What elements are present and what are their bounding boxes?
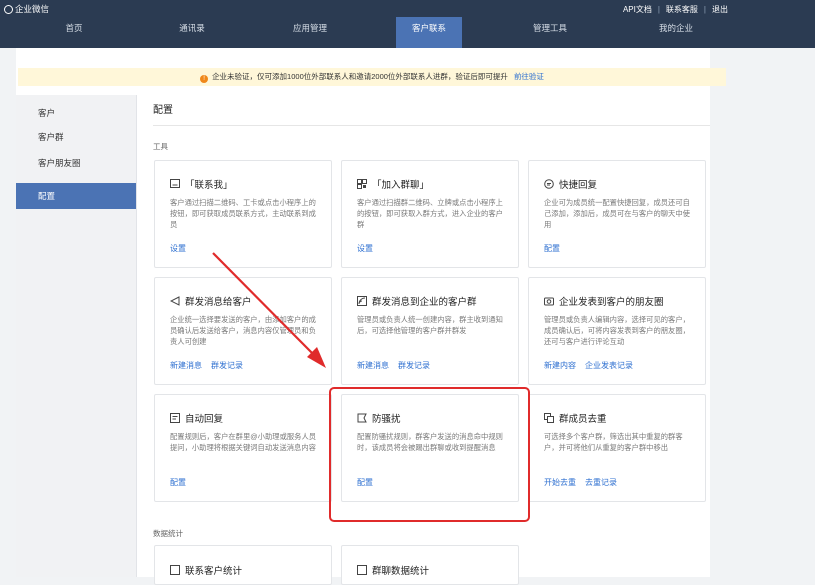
app-name: 企业微信 <box>15 4 50 14</box>
nav-home[interactable]: 首页 <box>44 17 104 48</box>
card-description: 管理员或负责人统一创建内容，群主收到通知后，可选择他管理的客户群并群发 <box>357 315 503 335</box>
card-title: 「加入群聊」 <box>372 180 430 191</box>
card-title: 快捷回复 <box>559 180 598 191</box>
nav-customer-contact[interactable]: 客户联系 <box>396 17 462 48</box>
card-title: 「联系我」 <box>185 180 233 191</box>
highlight-box <box>329 387 530 522</box>
card-title: 群聊数据统计 <box>372 566 430 577</box>
card-title: 群发消息到企业的客户群 <box>372 297 477 308</box>
card-join-group: 「加入群聊」 客户通过扫描群二维码、立牌或点击小程序上的按钮，即可获取入群方式，… <box>341 160 519 268</box>
start-dedupe-link[interactable]: 开始去重 <box>544 478 576 487</box>
sidebar-item-moments[interactable]: 客户朋友圈 <box>16 150 136 176</box>
dedupe-icon <box>544 413 554 423</box>
chart-icon <box>357 565 367 575</box>
dedupe-history-link[interactable]: 去重记录 <box>585 478 617 487</box>
auto-reply-icon <box>170 413 180 423</box>
sidebar-item-config[interactable]: 配置 <box>16 183 136 209</box>
sidebar: 客户 客户群 客户朋友圈 配置 <box>16 95 137 577</box>
contact-service-link[interactable]: 联系客服 <box>666 5 698 14</box>
card-company-moments: 企业发表到客户的朋友圈 管理员或负责人编辑内容，选择可见的客户，成员确认后，可将… <box>528 277 706 385</box>
card-description: 管理员或负责人编辑内容，选择可见的客户，成员确认后，可将内容发表到客户的朋友圈，… <box>544 315 690 346</box>
sidebar-item-customer-groups[interactable]: 客户群 <box>16 124 136 150</box>
card-group-stats[interactable]: 群聊数据统计 <box>341 545 519 585</box>
card-description: 企业统一选择要发送的客户，由添加客户的成员确认后发送给客户，消息内容仅管理员和负… <box>170 315 316 346</box>
broadcast-icon <box>357 296 367 306</box>
top-bar: 企业微信 API文档 | 联系客服 | 退出 <box>0 0 815 17</box>
card-description: 配置规则后，客户在群里@小助理或服务人员提问，小助理将根据关键词自动发送消息内容 <box>170 432 317 452</box>
card-customer-stats[interactable]: 联系客户统计 <box>154 545 332 585</box>
camera-icon <box>544 296 554 306</box>
logout-link[interactable]: 退出 <box>712 5 728 14</box>
configure-link[interactable]: 配置 <box>170 478 186 487</box>
card-quick-reply: 快捷回复 企业可为成员统一配置快捷回复，成员还可自己添加，添加后，成员可在与客户… <box>528 160 706 268</box>
card-title: 联系客户统计 <box>185 566 243 577</box>
separator: | <box>703 5 706 14</box>
setup-link[interactable]: 设置 <box>357 244 373 253</box>
nav-tools[interactable]: 管理工具 <box>520 17 580 48</box>
card-title: 群发消息给客户 <box>185 297 252 308</box>
notice-text: 企业未验证，仅可添加1000位外部联系人和邀请2000位外部联系人进群，验证后即… <box>212 72 508 81</box>
quick-reply-icon <box>544 179 554 189</box>
separator: | <box>657 5 660 14</box>
mass-history-link[interactable]: 群发记录 <box>398 361 430 370</box>
card-description: 企业可为成员统一配置快捷回复，成员还可自己添加，添加后，成员可在与客户的聊天中使… <box>544 198 690 229</box>
divider <box>153 125 710 126</box>
megaphone-icon <box>170 296 180 306</box>
main-nav: 首页 通讯录 应用管理 客户联系 管理工具 我的企业 <box>0 17 815 48</box>
page-title: 配置 <box>153 105 173 116</box>
sidebar-item-customers[interactable]: 客户 <box>16 100 136 126</box>
card-group-dedupe: 群成员去重 可选择多个客户群，筛选出其中重复的群客户，并可将他们从重复的客户群中… <box>528 394 706 502</box>
app-logo[interactable]: 企业微信 <box>4 3 49 15</box>
section-tools-heading: 工具 <box>153 142 168 151</box>
top-links: API文档 | 联系客服 | 退出 <box>623 4 728 15</box>
mass-history-link[interactable]: 群发记录 <box>211 361 243 370</box>
card-title: 群成员去重 <box>559 414 607 425</box>
qr-icon <box>170 179 180 189</box>
new-message-link[interactable]: 新建消息 <box>357 361 389 370</box>
group-qr-icon <box>357 179 367 189</box>
verify-link[interactable]: 前往验证 <box>514 72 544 81</box>
card-contact-me: 「联系我」 客户通过扫描二维码、工卡或点击小程序上的按钮，即可获取成员联系方式，… <box>154 160 332 268</box>
card-description: 可选择多个客户群，筛选出其中重复的群客户，并可将他们从重复的客户群中移出 <box>544 432 683 452</box>
wecom-logo-icon <box>4 4 13 14</box>
verification-notice: ! 企业未验证，仅可添加1000位外部联系人和邀请2000位外部联系人进群，验证后… <box>18 68 726 86</box>
warning-icon: ! <box>200 75 209 83</box>
setup-link[interactable]: 设置 <box>170 244 186 253</box>
publish-history-link[interactable]: 企业发表记录 <box>585 361 633 370</box>
card-description: 客户通过扫描二维码、工卡或点击小程序上的按钮，即可获取成员联系方式，主动联系到成… <box>170 198 316 229</box>
configure-link[interactable]: 配置 <box>544 244 560 253</box>
card-title: 企业发表到客户的朋友圈 <box>559 297 664 308</box>
card-title: 自动回复 <box>185 414 224 425</box>
card-description: 客户通过扫描群二维码、立牌或点击小程序上的按钮，即可获取入群方式，进入企业的客户… <box>357 198 503 229</box>
card-auto-reply: 自动回复 配置规则后，客户在群里@小助理或服务人员提问，小助理将根据关键词自动发… <box>154 394 332 502</box>
nav-apps[interactable]: 应用管理 <box>280 17 340 48</box>
card-mass-message-groups: 群发消息到企业的客户群 管理员或负责人统一创建内容，群主收到通知后，可选择他管理… <box>341 277 519 385</box>
section-stats-heading: 数据统计 <box>153 529 183 538</box>
new-content-link[interactable]: 新建内容 <box>544 361 576 370</box>
new-message-link[interactable]: 新建消息 <box>170 361 202 370</box>
card-mass-message-customers: 群发消息给客户 企业统一选择要发送的客户，由添加客户的成员确认后发送给客户，消息… <box>154 277 332 385</box>
api-docs-link[interactable]: API文档 <box>623 5 652 14</box>
nav-contacts[interactable]: 通讯录 <box>162 17 222 48</box>
nav-my-company[interactable]: 我的企业 <box>646 17 706 48</box>
chart-icon <box>170 565 180 575</box>
